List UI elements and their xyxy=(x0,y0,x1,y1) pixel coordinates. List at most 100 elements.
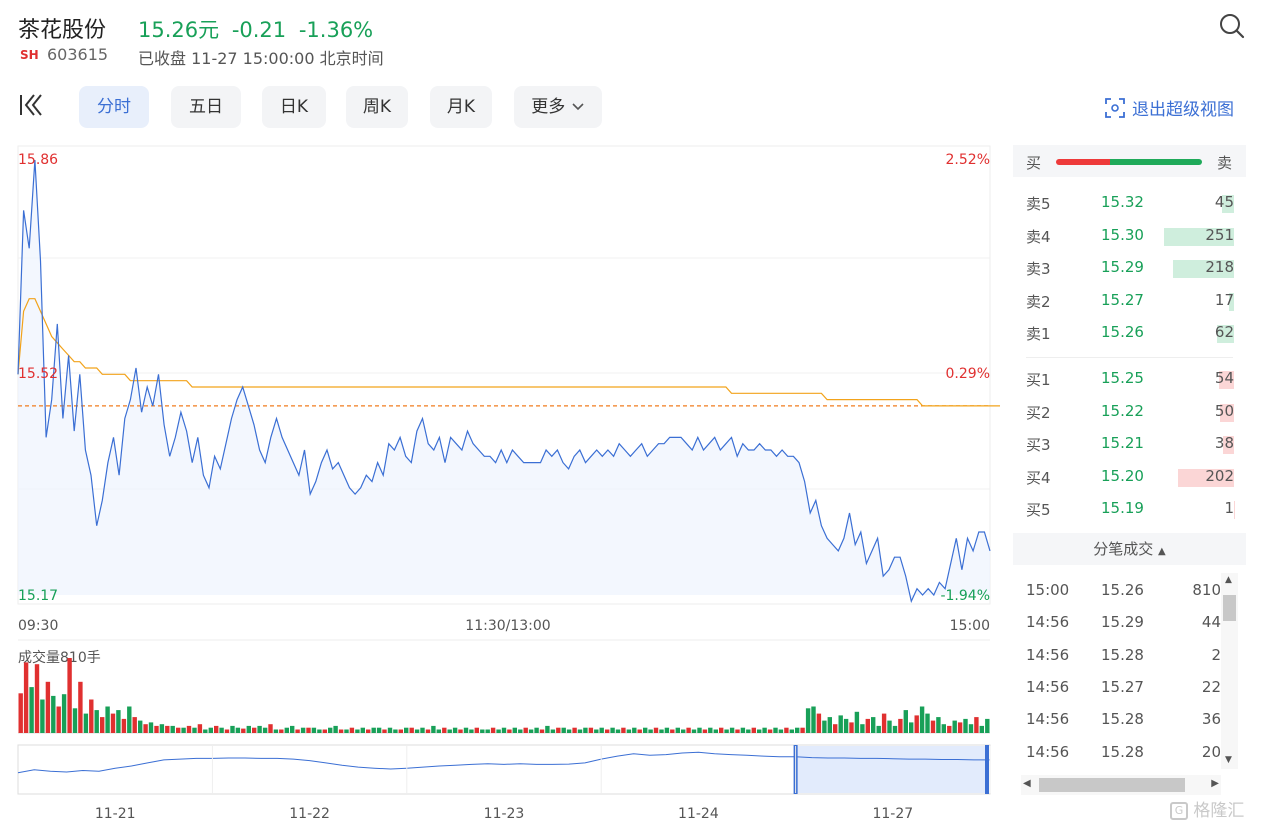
trades-scrollbar[interactable]: ▲ ▼ xyxy=(1221,573,1238,769)
exchange-badge: SH xyxy=(20,48,39,62)
scroll-left-icon[interactable]: ◀ xyxy=(1023,778,1031,789)
volume-bar xyxy=(762,727,767,733)
volume-bar xyxy=(528,729,534,733)
level-volume: 50 xyxy=(1214,401,1234,420)
volume-bar xyxy=(279,729,284,733)
tab-weekly-k[interactable]: 周K xyxy=(346,86,408,128)
exit-super-view-button[interactable]: 退出超级视图 xyxy=(1104,95,1234,120)
price-change-pct: -1.36% xyxy=(298,18,374,42)
volume-bar xyxy=(458,729,463,733)
volume-bar xyxy=(490,727,496,733)
volume-bar xyxy=(713,729,718,733)
scroll-right-icon[interactable]: ▶ xyxy=(1211,778,1219,789)
trade-time: 14:56 xyxy=(1026,710,1070,729)
volume-bar xyxy=(100,717,105,733)
tab-more[interactable]: 更多 xyxy=(514,86,602,128)
volume-bar xyxy=(729,727,735,733)
tab-monthly-k[interactable]: 月K xyxy=(430,86,492,128)
volume-bar xyxy=(219,727,224,733)
volume-bar xyxy=(148,722,154,733)
volume-bar xyxy=(262,727,268,733)
volume-bar xyxy=(246,725,251,733)
volume-bar xyxy=(811,706,816,733)
scroll-up-icon[interactable]: ▲ xyxy=(1225,575,1232,585)
volume-bar xyxy=(203,729,208,733)
volume-bar xyxy=(854,711,860,733)
volume-bar xyxy=(979,725,984,733)
buy-sell-ratio-header: 买 卖 xyxy=(1013,145,1246,177)
volume-bar xyxy=(34,664,40,733)
volume-bar xyxy=(599,727,604,733)
scroll-down-icon[interactable]: ▼ xyxy=(1225,755,1232,765)
level-label: 买4 xyxy=(1026,468,1051,487)
chevron-down-icon xyxy=(572,103,584,111)
volume-bar xyxy=(534,727,539,733)
volume-bar xyxy=(843,718,849,733)
volume-bar xyxy=(898,718,903,733)
volume-bar xyxy=(480,729,485,733)
volume-bar xyxy=(192,727,197,733)
tab-daily-k[interactable]: 日K xyxy=(262,86,326,128)
trade-price: 15.28 xyxy=(1101,645,1144,664)
volume-bar xyxy=(795,727,800,733)
navigator-selection[interactable] xyxy=(795,746,987,793)
volume-bar xyxy=(366,729,371,733)
collapse-panel-icon[interactable] xyxy=(18,92,44,118)
tab-intraday[interactable]: 分时 xyxy=(79,86,149,128)
level-label: 买1 xyxy=(1026,371,1051,389)
trade-row: 14:56 15.29 44 xyxy=(1013,607,1221,639)
volume-bar xyxy=(702,729,708,733)
volume-bar xyxy=(805,708,811,733)
volume-bar xyxy=(588,727,594,733)
volume-bar xyxy=(452,727,458,733)
navigator-handle[interactable] xyxy=(985,745,989,794)
volume-bar xyxy=(914,715,919,733)
level-price: 15.19 xyxy=(1101,499,1144,517)
intraday-chart[interactable]: 15.86 15.52 15.17 2.52% 0.29% -1.94% 09:… xyxy=(0,140,1000,827)
volume-bar xyxy=(121,718,127,733)
trade-row: 14:56 15.28 20 xyxy=(1013,737,1221,769)
volume-bar xyxy=(556,727,561,733)
h-scroll-thumb[interactable] xyxy=(1039,778,1185,792)
volume-bar xyxy=(648,729,653,733)
trade-volume: 20 xyxy=(1201,742,1221,761)
volume-bar xyxy=(344,729,349,733)
volume-bar xyxy=(947,725,952,733)
volume-bar xyxy=(697,727,702,733)
volume-bar xyxy=(40,699,45,733)
volume-bar xyxy=(892,725,898,733)
volume-bar xyxy=(67,658,72,733)
volume-bar xyxy=(474,727,479,733)
volume-bar xyxy=(257,725,262,733)
volume-bar xyxy=(398,729,403,733)
volume-bar xyxy=(94,710,99,733)
volume-bar xyxy=(56,706,61,733)
tab-five-day[interactable]: 五日 xyxy=(171,86,241,128)
level-price: 15.30 xyxy=(1101,225,1144,244)
volume-bar xyxy=(501,727,507,733)
search-icon[interactable] xyxy=(1218,12,1246,40)
trades-header[interactable]: 分笔成交 ▲ xyxy=(1013,533,1246,565)
buy-level-row: 买1 15.25 54 xyxy=(1013,363,1246,395)
volume-bar xyxy=(545,725,550,733)
volume-bar xyxy=(328,727,333,733)
volume-bar xyxy=(550,729,556,733)
y-pct-mid: 0.29% xyxy=(946,366,990,382)
caret-up-icon: ▲ xyxy=(1158,546,1166,557)
volume-bar xyxy=(985,718,990,733)
x-tick-open: 09:30 xyxy=(18,618,58,634)
volume-bar xyxy=(800,727,805,733)
volume-bar xyxy=(143,724,148,733)
volume-bar xyxy=(387,727,393,733)
order-book-panel: 买 卖 卖5 15.32 45 卖4 15.30 251 卖3 15.29 218 卖2 15.27… xyxy=(1013,145,1246,795)
scroll-thumb[interactable] xyxy=(1223,595,1236,621)
volume-bar xyxy=(463,727,469,733)
volume-bar xyxy=(686,727,691,733)
level-price: 15.21 xyxy=(1101,434,1144,452)
h-scrollbar[interactable]: ◀ ▶ xyxy=(1021,775,1221,795)
volume-bar xyxy=(116,710,121,733)
level-volume: 251 xyxy=(1205,225,1234,244)
volume-bar xyxy=(572,727,577,733)
brand-logo-icon: G xyxy=(1170,802,1188,820)
level-label: 卖3 xyxy=(1026,260,1051,278)
